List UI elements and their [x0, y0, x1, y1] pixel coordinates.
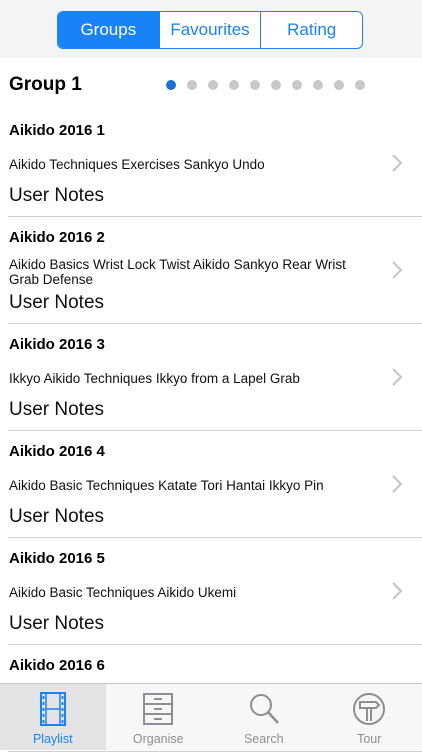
tab-organise[interactable]: Organise — [106, 684, 212, 750]
playlist-list: Aikido 2016 1 Aikido Techniques Exercise… — [0, 110, 422, 752]
item-description: Ikkyo Aikido Techniques Ikkyo from a Lap… — [9, 371, 369, 386]
page-dot[interactable] — [208, 80, 218, 90]
chevron-right-icon — [390, 152, 404, 174]
item-notes: User Notes — [9, 613, 104, 635]
page-dot[interactable] — [250, 80, 260, 90]
page-dot[interactable] — [166, 80, 176, 90]
segment-rating[interactable]: Rating — [261, 12, 362, 48]
item-title: Aikido 2016 2 — [9, 229, 105, 246]
page-dot[interactable] — [334, 80, 344, 90]
signpost-icon — [350, 690, 388, 728]
chevron-right-icon — [390, 366, 404, 388]
tab-label: Tour — [357, 732, 381, 746]
item-notes: User Notes — [9, 506, 104, 528]
item-title: Aikido 2016 1 — [9, 122, 105, 139]
tab-bar: Playlist Organise Search Tour — [0, 683, 422, 750]
group-title: Group 1 — [9, 74, 82, 96]
top-bar: Groups Favourites Rating — [0, 0, 422, 58]
list-item[interactable]: Aikido 2016 1 Aikido Techniques Exercise… — [0, 110, 422, 217]
item-notes: User Notes — [9, 292, 104, 314]
list-item[interactable]: Aikido 2016 5 Aikido Basic Techniques Ai… — [0, 538, 422, 645]
item-description: Aikido Techniques Exercises Sankyo Undo — [9, 157, 369, 172]
page-dot[interactable] — [292, 80, 302, 90]
tab-label: Playlist — [33, 732, 73, 746]
item-title: Aikido 2016 6 — [9, 657, 105, 674]
item-notes: User Notes — [9, 399, 104, 421]
film-icon — [34, 690, 72, 728]
list-item[interactable]: Aikido 2016 2 Aikido Basics Wrist Lock T… — [0, 217, 422, 324]
tab-tour[interactable]: Tour — [317, 684, 422, 750]
tab-label: Search — [244, 732, 284, 746]
chevron-right-icon — [390, 580, 404, 602]
segment-groups[interactable]: Groups — [58, 12, 160, 48]
tab-search[interactable]: Search — [211, 684, 317, 750]
magnifier-icon — [245, 690, 283, 728]
chevron-right-icon — [390, 473, 404, 495]
item-notes: User Notes — [9, 185, 104, 207]
page-dot[interactable] — [187, 80, 197, 90]
item-title: Aikido 2016 4 — [9, 443, 105, 460]
segment-favourites[interactable]: Favourites — [160, 12, 262, 48]
list-item[interactable]: Aikido 2016 4 Aikido Basic Techniques Ka… — [0, 431, 422, 538]
item-description: Aikido Basics Wrist Lock Twist Aikido Sa… — [9, 257, 369, 287]
page-dot[interactable] — [229, 80, 239, 90]
cabinet-icon — [139, 690, 177, 728]
page-dot[interactable] — [355, 80, 365, 90]
item-description: Aikido Basic Techniques Aikido Ukemi — [9, 585, 369, 600]
tab-playlist[interactable]: Playlist — [0, 684, 106, 750]
segmented-control: Groups Favourites Rating — [57, 11, 363, 49]
item-title: Aikido 2016 3 — [9, 336, 105, 353]
item-description: Aikido Basic Techniques Katate Tori Hant… — [9, 478, 369, 493]
item-title: Aikido 2016 5 — [9, 550, 105, 567]
page-dot[interactable] — [313, 80, 323, 90]
page-dot[interactable] — [271, 80, 281, 90]
page-indicator[interactable] — [166, 80, 376, 90]
tab-label: Organise — [133, 732, 184, 746]
list-item[interactable]: Aikido 2016 3 Ikkyo Aikido Techniques Ik… — [0, 324, 422, 431]
chevron-right-icon — [390, 259, 404, 281]
